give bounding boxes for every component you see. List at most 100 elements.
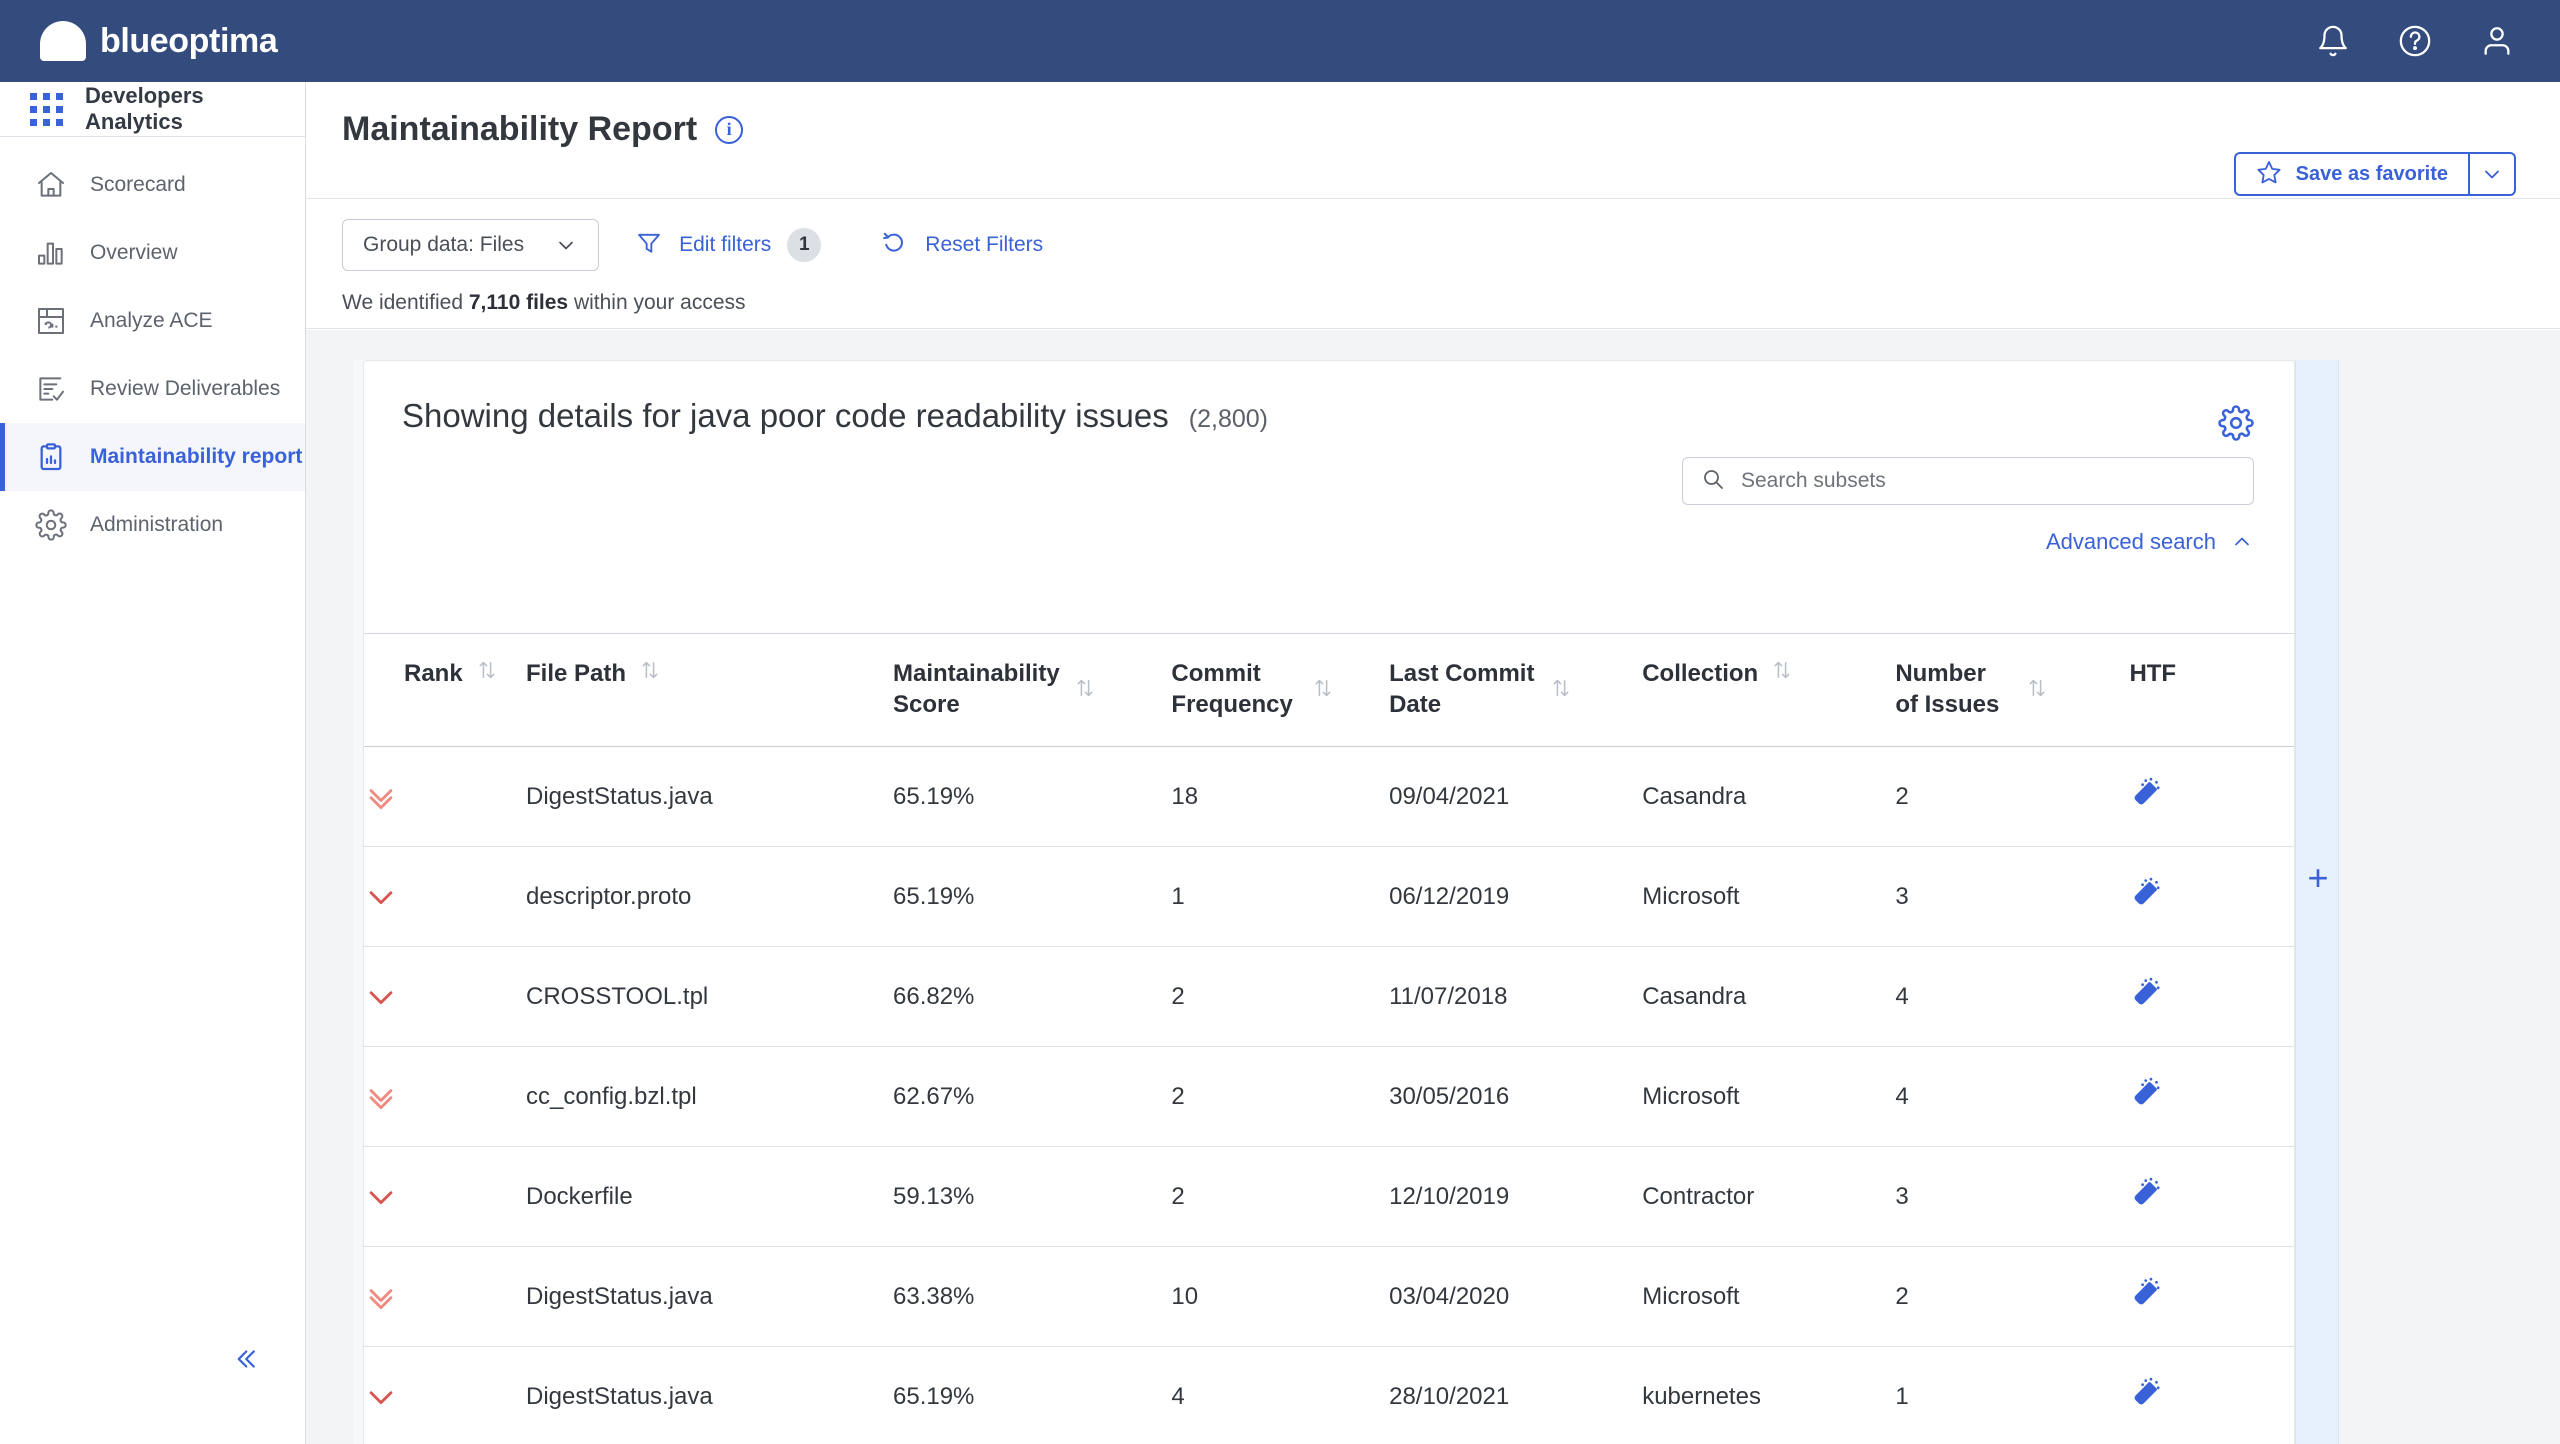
page-title: Maintainability Report: [342, 110, 698, 148]
cell-maintainability-score: 65.19%: [893, 846, 1172, 948]
double-chevron-left-icon: [237, 1350, 255, 1368]
cell-maintainability-score: 59.13%: [893, 1146, 1172, 1248]
search-subsets-box[interactable]: [1682, 457, 2254, 505]
chevron-down-icon: [369, 1391, 393, 1404]
column-header-last-commit-date[interactable]: Last Commit Date: [1389, 632, 1643, 748]
sort-updown-icon: [1077, 679, 1093, 697]
brand-logo[interactable]: blueoptima: [40, 21, 278, 61]
cell-rank[interactable]: [364, 846, 526, 948]
sort-updown-icon: [1553, 679, 1569, 697]
help-circle-icon[interactable]: [2398, 24, 2432, 58]
sidebar-collapse-button[interactable]: [227, 1344, 263, 1380]
sort-updown-icon: [2029, 679, 2045, 697]
save-as-favorite-button[interactable]: Save as favorite: [2236, 154, 2468, 194]
cell-rank[interactable]: [364, 1046, 526, 1148]
rank-indicator-icon[interactable]: [364, 847, 526, 946]
cell-maintainability-score: 65.19%: [893, 746, 1172, 848]
sidebar-item-label: Overview: [90, 241, 178, 264]
save-as-favorite-label: Save as favorite: [2295, 162, 2448, 185]
rank-indicator-icon[interactable]: [364, 1247, 526, 1346]
table-row[interactable]: DigestStatus.java 65.19% 4 28/10/2021 kubern…: [364, 1346, 2294, 1444]
identified-suffix: within your access: [568, 291, 746, 314]
cell-collection: Microsoft: [1642, 1046, 1896, 1148]
column-label: HTF: [2129, 660, 2177, 687]
magic-wand-icon: [2135, 878, 2160, 905]
double-chevron-down-icon: [369, 1089, 393, 1109]
card-settings-button[interactable]: [2218, 405, 2254, 446]
page-header: Maintainability Report i Save as favorit…: [306, 82, 2560, 199]
funnel-icon: [635, 229, 663, 262]
rank-indicator-icon[interactable]: [364, 1047, 526, 1146]
cell-commit-frequency: 2: [1171, 1046, 1390, 1148]
column-label: File Path: [525, 660, 627, 687]
sort-updown-icon: [1315, 679, 1331, 697]
cell-last-commit-date: 06/12/2019: [1389, 846, 1643, 948]
advanced-search-toggle[interactable]: Advanced search: [2046, 529, 2254, 555]
cell-htf[interactable]: [2129, 746, 2294, 848]
column-header-commit-frequency[interactable]: Commit Frequency: [1171, 632, 1390, 748]
save-as-favorite-dropdown-toggle[interactable]: [2468, 154, 2514, 194]
reset-filters-button[interactable]: Reset Filters: [879, 228, 1043, 263]
edit-filters-button[interactable]: Edit filters 1: [635, 228, 822, 262]
cell-number-of-issues: 1: [1895, 1346, 2130, 1444]
rank-indicator-icon[interactable]: [364, 947, 526, 1046]
cell-htf[interactable]: [2129, 1246, 2294, 1348]
sidebar-app-switcher[interactable]: Developers Analytics: [0, 82, 305, 137]
cell-rank[interactable]: [364, 746, 526, 848]
add-column-button[interactable]: +: [2296, 860, 2340, 896]
cell-rank[interactable]: [364, 1246, 526, 1348]
table-row[interactable]: CROSSTOOL.tpl 66.82% 2 11/07/2018 Casandra 4: [364, 946, 2294, 1048]
cell-file-path: DigestStatus.java: [525, 746, 893, 848]
sort-updown-icon: [1774, 661, 1790, 679]
column-header-rank[interactable]: Rank: [364, 632, 526, 748]
sidebar-item-analyze-ace[interactable]: Analyze ACE: [0, 287, 305, 355]
sidebar-item-label: Scorecard: [90, 173, 186, 196]
user-account-icon[interactable]: [2480, 24, 2514, 58]
clipboard-chart-icon: [34, 440, 68, 474]
cell-file-path: descriptor.proto: [525, 846, 893, 948]
sidebar-item-maintainability-report[interactable]: Maintainability report: [0, 423, 305, 491]
table-row[interactable]: descriptor.proto 65.19% 1 06/12/2019 Microso…: [364, 846, 2294, 948]
sidebar-item-scorecard[interactable]: Scorecard: [0, 151, 305, 219]
column-header-maintainability-score[interactable]: Maintainability Score: [893, 632, 1172, 748]
table-row[interactable]: Dockerfile 59.13% 2 12/10/2019 Contractor 3: [364, 1146, 2294, 1248]
cell-commit-frequency: 4: [1171, 1346, 1390, 1444]
cell-htf[interactable]: [2129, 1146, 2294, 1248]
cell-collection: Casandra: [1642, 946, 1896, 1048]
cell-rank[interactable]: [364, 1146, 526, 1248]
cell-rank[interactable]: [364, 946, 526, 1048]
chevron-down-icon: [369, 891, 393, 904]
info-circle-icon[interactable]: i: [715, 115, 744, 144]
table-header: Rank File Path Maintainability Score Com…: [364, 632, 2294, 748]
cell-collection: kubernetes: [1642, 1346, 1896, 1444]
sidebar-item-review-deliverables[interactable]: Review Deliverables: [0, 355, 305, 423]
rank-indicator-icon[interactable]: [364, 1147, 526, 1246]
column-header-collection[interactable]: Collection: [1642, 632, 1896, 748]
rank-indicator-icon[interactable]: [364, 1347, 526, 1444]
cell-htf[interactable]: [2129, 946, 2294, 1048]
cell-htf[interactable]: [2129, 846, 2294, 948]
table-row[interactable]: DigestStatus.java 65.19% 18 09/04/2021 Casan…: [364, 746, 2294, 848]
cell-rank[interactable]: [364, 1346, 526, 1444]
bar-chart-icon: [34, 236, 68, 270]
cell-htf[interactable]: [2129, 1346, 2294, 1444]
notification-bell-icon[interactable]: [2316, 24, 2350, 58]
chevron-down-icon: [2485, 170, 2499, 179]
search-subsets-wrap: [1682, 457, 2254, 505]
rank-indicator-icon[interactable]: [364, 747, 526, 846]
search-subsets-input[interactable]: [1741, 469, 2235, 493]
table-row[interactable]: cc_config.bzl.tpl 62.67% 2 30/05/2016 Micros…: [364, 1046, 2294, 1148]
cell-file-path: cc_config.bzl.tpl: [525, 1046, 893, 1148]
group-data-select[interactable]: Group data: Files: [342, 219, 600, 271]
table-header-row: Rank File Path Maintainability Score Com…: [364, 632, 2294, 748]
table-row[interactable]: DigestStatus.java 63.38% 10 03/04/2020 Micro…: [364, 1246, 2294, 1348]
brand-name: blueoptima: [100, 21, 278, 60]
magic-wand-icon: [2135, 1278, 2160, 1305]
column-header-number-of-issues[interactable]: Number of Issues: [1895, 632, 2130, 748]
sidebar-item-administration[interactable]: Administration: [0, 491, 305, 559]
cell-commit-frequency: 2: [1171, 1146, 1390, 1248]
column-header-file-path[interactable]: File Path: [525, 632, 893, 748]
sidebar-item-overview[interactable]: Overview: [0, 219, 305, 287]
document-check-icon: [34, 372, 68, 406]
cell-htf[interactable]: [2129, 1046, 2294, 1148]
